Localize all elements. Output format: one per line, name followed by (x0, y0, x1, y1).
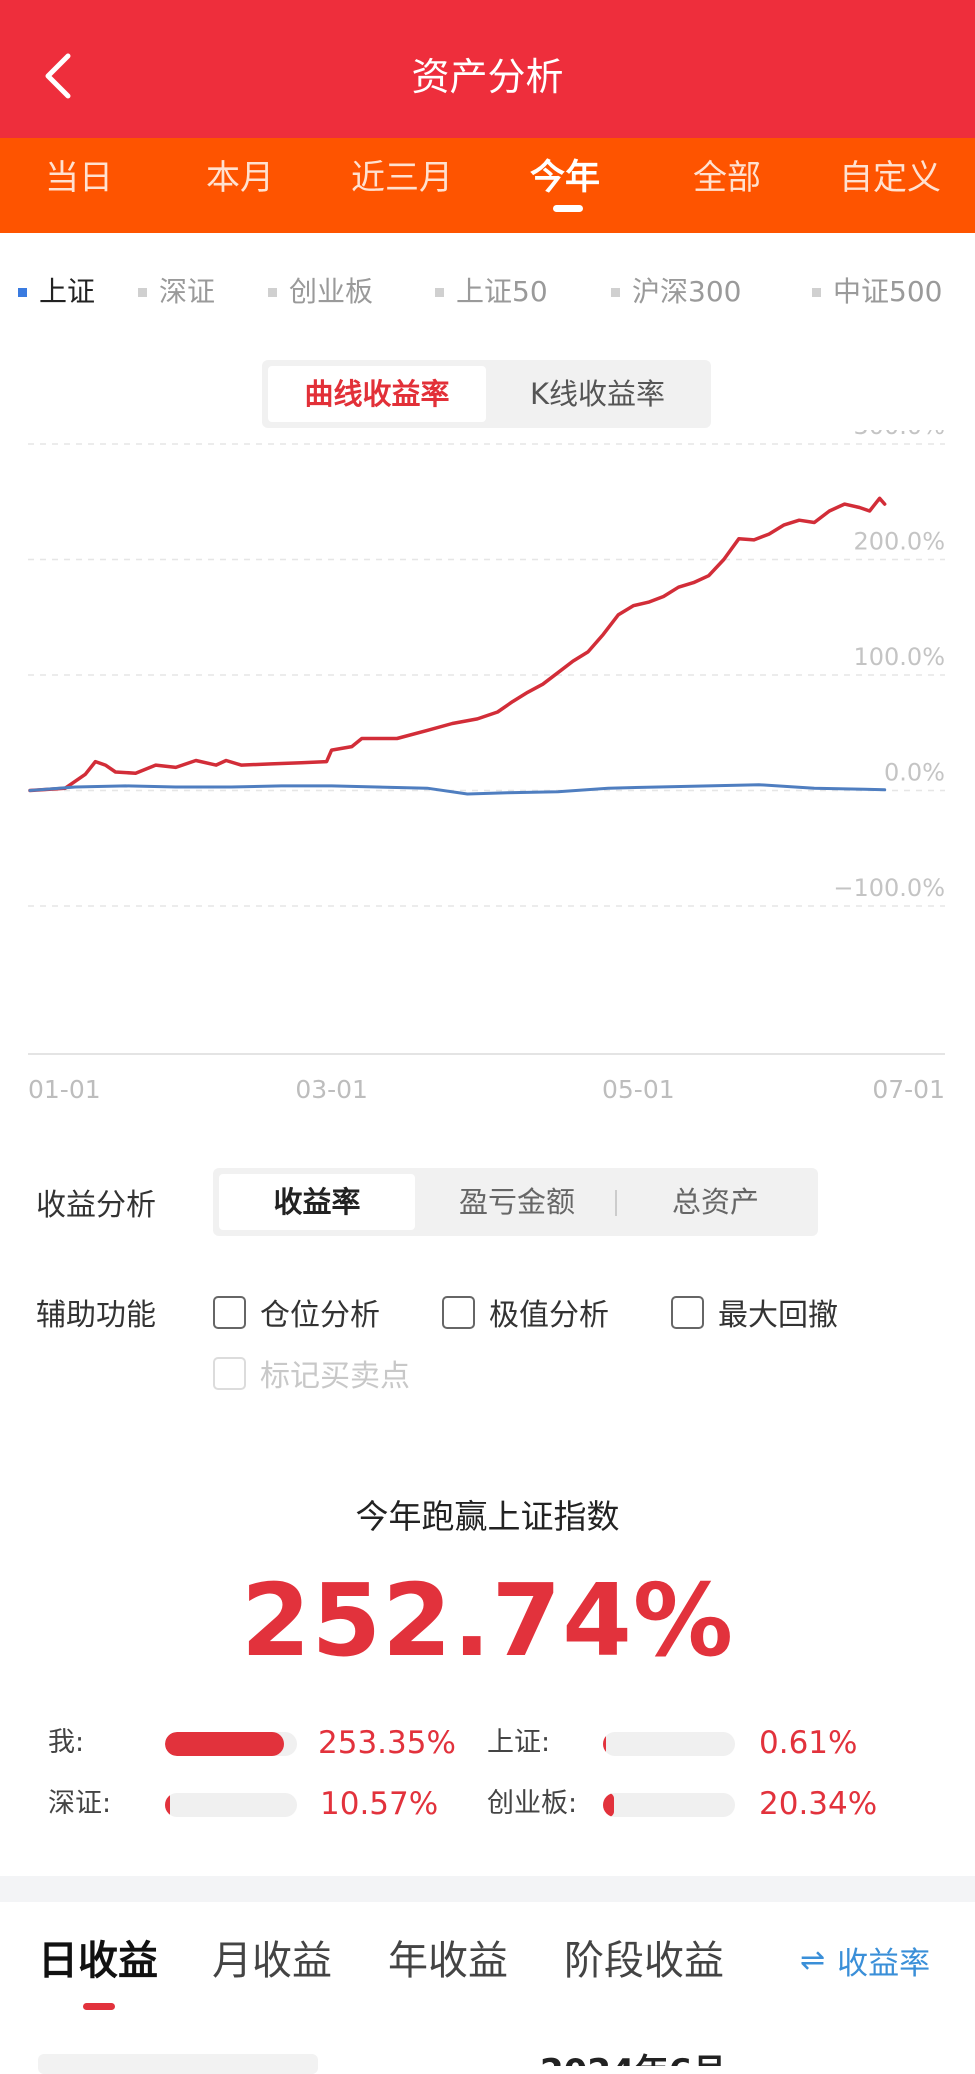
index-label: 中证500 (833, 275, 943, 308)
curve-return-option[interactable]: 曲线收益率 (268, 366, 486, 422)
tab-custom[interactable]: 自定义 (815, 148, 965, 208)
header-bar: 资产分析 (0, 0, 975, 138)
legend-dot (268, 287, 277, 297)
chart-mode-toggle: 曲线收益率 K线收益率 (262, 360, 711, 428)
tab-3months[interactable]: 近三月 (327, 148, 477, 208)
swap-arrows-icon: ⇌ (800, 1943, 826, 1978)
x-tick-label: 03-01 (295, 1075, 368, 1104)
x-tick-label: 01-01 (28, 1075, 101, 1104)
tab-today[interactable]: 当日 (4, 148, 154, 208)
mark-trades-checkbox: 标记买卖点 (213, 1351, 410, 1395)
legend-dot (138, 287, 147, 297)
month-title-peek: 2024年6月 (540, 2052, 726, 2066)
tab-daily-return[interactable]: 日收益 (38, 1928, 158, 1986)
segment-divider (615, 1190, 617, 1216)
index-label: 沪深300 (632, 275, 742, 308)
section-divider (0, 1876, 975, 1902)
period-tabs: 当日 本月 近三月 今年 全部 自定义 (0, 138, 975, 233)
checkbox-box (213, 1356, 246, 1390)
compare-bar-fill (603, 1793, 614, 1817)
compare-label: 深证: (48, 1788, 112, 1819)
x-tick-label: 05-01 (602, 1075, 675, 1104)
index-selector: 上证 深证 创业板 上证50 沪深300 中证500 (0, 270, 975, 314)
max-drawdown-checkbox[interactable]: 最大回撤 (671, 1290, 838, 1334)
index-csi500[interactable]: 中证500 (812, 270, 942, 314)
compare-value: 0.61% (759, 1725, 858, 1761)
y-tick-label: 300.0% (853, 430, 945, 440)
y-tick-label: 200.0% (853, 528, 945, 556)
y-tick-label: 100.0% (853, 643, 945, 671)
checkbox-box (213, 1295, 246, 1329)
compare-label: 我: (48, 1727, 85, 1758)
calendar-header-peek (38, 2054, 318, 2074)
index-sse[interactable]: 上证 (18, 270, 95, 314)
index-chinext[interactable]: 创业板 (268, 270, 373, 314)
index-label: 上证50 (456, 275, 548, 308)
compare-sse: 上证: 0.61% (487, 1723, 907, 1763)
extreme-analysis-checkbox[interactable]: 极值分析 (442, 1290, 609, 1334)
compare-label: 上证: (487, 1727, 551, 1758)
analysis-toggle: 收益率 盈亏金额 总资产 (213, 1168, 818, 1236)
checkbox-label: 极值分析 (489, 1298, 609, 1333)
checkbox-label: 仓位分析 (260, 1298, 380, 1333)
kline-return-option[interactable]: K线收益率 (490, 366, 705, 422)
tab-yearly-return[interactable]: 年收益 (388, 1928, 508, 1986)
tab-monthly-return[interactable]: 月收益 (212, 1928, 332, 1986)
tab-this-year[interactable]: 今年 (490, 148, 640, 208)
checkbox-label: 标记买卖点 (260, 1359, 410, 1394)
bottom-tab-indicator (83, 2003, 115, 2010)
series-line-portfolio (28, 496, 887, 793)
index-label: 上证 (39, 275, 96, 308)
tab-month[interactable]: 本月 (165, 148, 315, 208)
analysis-option-pnl[interactable]: 盈亏金额 (419, 1174, 615, 1230)
legend-dot (812, 287, 821, 297)
checkbox-label: 最大回撤 (718, 1298, 838, 1333)
rate-switch-label: 收益率 (837, 1946, 931, 1982)
series-line-benchmark (28, 783, 887, 796)
legend-dot (435, 287, 444, 297)
compare-label: 创业板: (487, 1788, 578, 1819)
checkbox-box (671, 1295, 704, 1329)
analysis-label: 收益分析 (36, 1188, 156, 1223)
index-label: 深证 (159, 275, 216, 308)
tab-all[interactable]: 全部 (652, 148, 802, 208)
compare-bar-fill (165, 1793, 171, 1817)
index-label: 创业板 (289, 275, 374, 308)
index-szse[interactable]: 深证 (138, 270, 215, 314)
active-tab-indicator (553, 205, 583, 212)
return-chart: 300.0% 200.0% 100.0% 0.0% −100.0% 01-01 03-01 0… (28, 430, 945, 1104)
compare-bar (603, 1732, 735, 1756)
legend-dot (611, 287, 620, 297)
compare-me: 我: 253.35% (48, 1723, 468, 1763)
analysis-option-rate[interactable]: 收益率 (219, 1174, 415, 1230)
aux-label: 辅助功能 (36, 1298, 156, 1333)
rate-switch-button[interactable]: ⇌ 收益率 (800, 1938, 930, 1983)
compare-value: 10.57% (320, 1786, 439, 1822)
beat-index-title: 今年跑赢上证指数 (355, 1497, 620, 1536)
compare-bar (165, 1793, 297, 1817)
y-tick-label: −100.0% (833, 874, 945, 902)
compare-bar (603, 1793, 735, 1817)
y-tick-label: 0.0% (884, 759, 945, 787)
index-csi300[interactable]: 沪深300 (611, 270, 741, 314)
beat-index-value: 252.74% (240, 1562, 735, 1679)
compare-bar-fill (603, 1732, 606, 1756)
index-sse50[interactable]: 上证50 (435, 270, 548, 314)
compare-szse: 深证: 10.57% (48, 1784, 468, 1824)
compare-bar-fill (165, 1732, 284, 1756)
tab-stage-return[interactable]: 阶段收益 (564, 1928, 724, 1986)
page-title: 资产分析 (411, 55, 564, 99)
x-tick-label: 07-01 (872, 1075, 945, 1104)
position-analysis-checkbox[interactable]: 仓位分析 (213, 1290, 380, 1334)
compare-value: 20.34% (759, 1786, 878, 1822)
analysis-option-assets[interactable]: 总资产 (619, 1174, 812, 1230)
checkbox-box (442, 1295, 475, 1329)
compare-chinext: 创业板: 20.34% (487, 1784, 907, 1824)
compare-bar (165, 1732, 297, 1756)
compare-value: 253.35% (318, 1725, 456, 1761)
legend-dot (18, 287, 27, 297)
